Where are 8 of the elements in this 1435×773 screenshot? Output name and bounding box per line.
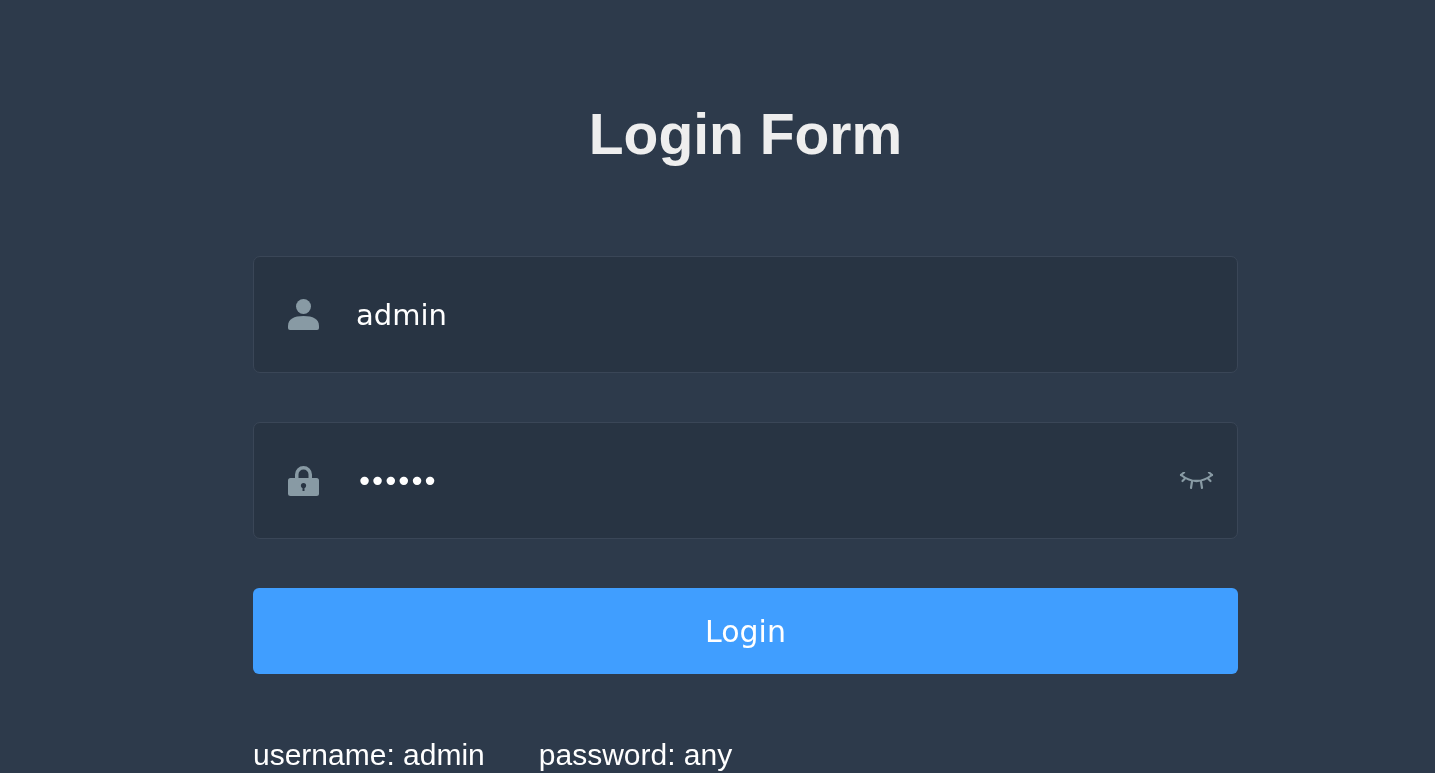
lock-icon: [288, 465, 319, 496]
password-field[interactable]: ••••••: [253, 422, 1238, 539]
page-title: Login Form: [588, 101, 903, 168]
user-icon: [288, 299, 319, 330]
username-field[interactable]: admin: [253, 256, 1238, 373]
hint-text: password: any: [538, 738, 733, 772]
hint-text: username: admin: [253, 738, 485, 772]
eye-closed-icon[interactable]: [1179, 472, 1214, 490]
